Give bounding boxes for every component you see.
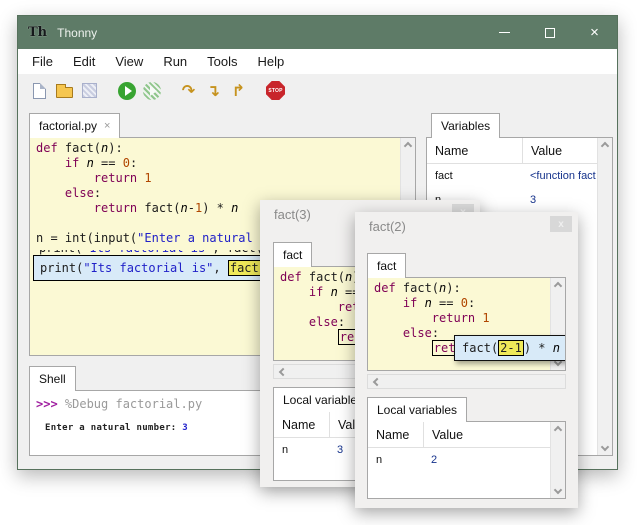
step-out-button[interactable]: ↱ [226,78,251,103]
local-variables-scrollbar[interactable] [550,422,565,498]
menu-item-tools[interactable]: Tools [197,49,247,74]
new-file-icon [33,83,46,99]
variables-scrollbar[interactable] [597,138,612,455]
frame-close-button[interactable]: x [550,216,572,232]
shell-user-input: 3 [182,423,188,433]
scroll-down-icon[interactable] [601,443,609,451]
run-play-icon [118,82,136,100]
shell-tab-label: Shell [39,372,66,386]
local-variables-tab-label: Local variables [377,403,457,417]
close-icon: × [590,25,599,40]
frame-window-fact2: fact(2) x fact def fact(n): if n == 0: r… [355,212,578,508]
scroll-up-icon[interactable] [601,142,609,150]
scroll-left-icon[interactable] [373,377,381,385]
tab-variables[interactable]: Variables [431,113,500,138]
menu-item-run[interactable]: Run [153,49,197,74]
open-file-button[interactable] [52,78,77,103]
menu-item-edit[interactable]: Edit [63,49,105,74]
close-button[interactable]: × [572,16,617,49]
run-button[interactable] [114,78,139,103]
code-line: return 1 [374,311,550,326]
shell-command: %Debug factorial.py [65,397,202,411]
column-header-name: Name [274,418,329,432]
scroll-up-icon[interactable] [404,142,412,150]
frame-title[interactable]: fact(3) [274,207,311,222]
window-title: Thonny [57,26,97,40]
local-variables-pane: NameValuen2 [367,421,566,499]
table-row[interactable]: n2 [368,448,550,472]
frame-tab-label: fact [283,248,302,262]
code-line: if n == 0: [374,296,550,311]
stop-button[interactable]: STOP [263,78,288,103]
variables-tab-label: Variables [441,119,490,133]
menubar: FileEditViewRunToolsHelp [18,49,617,74]
code-line: def fact(n): [36,141,400,156]
tab-fact[interactable]: fact [367,253,406,278]
column-header-value: Value [423,422,550,447]
table-header-row: NameValue [368,422,550,448]
local-variables-table: NameValuen2 [368,422,550,498]
minimize-button[interactable] [482,16,527,49]
step-out-icon: ↱ [232,83,245,99]
new-file-button[interactable] [27,78,52,103]
code-line: def fact(n): [374,281,550,296]
step-over-icon: ↷ [182,83,195,99]
editor-tab-label: factorial.py [39,119,97,133]
frame-tab-label: fact [377,259,396,273]
shell-prompt: >>> [36,397,65,411]
scroll-up-icon[interactable] [554,426,562,434]
menu-item-file[interactable]: File [22,49,63,74]
maximize-icon [545,28,555,38]
toolbar: ↷ ↴ ↱ STOP [18,74,617,107]
thonny-logo-icon: Th [28,25,47,40]
menu-item-help[interactable]: Help [248,49,295,74]
scroll-down-icon[interactable] [554,486,562,494]
tab-local-variables[interactable]: Local variables [367,397,467,422]
code-line: else: [36,186,400,201]
column-header-name: Name [368,428,423,442]
table-row[interactable]: fact<function fact a [427,164,597,188]
debug-button[interactable] [139,78,164,103]
debug-play-icon [143,82,161,100]
open-folder-icon [56,87,73,98]
step-into-icon: ↴ [207,83,220,99]
maximize-button[interactable] [527,16,572,49]
column-header-value: Value [522,138,597,163]
frame-code-pane: def fact(n): if n == 0: return 1 else: r… [367,277,566,371]
save-icon [82,83,97,98]
save-file-button[interactable] [77,78,102,103]
tab-fact[interactable]: fact [273,242,312,267]
stop-sign-icon: STOP [266,81,285,100]
menu-item-view[interactable]: View [105,49,153,74]
step-over-button[interactable]: ↷ [176,78,201,103]
frame-hscrollbar[interactable] [367,374,566,389]
step-into-button[interactable]: ↴ [201,78,226,103]
scroll-up-icon[interactable] [554,282,562,290]
tab-close-icon[interactable]: × [104,120,110,132]
desktop: Th Thonny × FileEditViewRunToolsHelp ↷ ↴… [0,0,637,525]
code-line: if n == 0: [36,156,400,171]
active-statement-box: print("Its factorial is", fact(3)) [33,255,297,281]
tab-shell[interactable]: Shell [29,366,76,391]
minimize-icon [499,32,510,33]
frame-title[interactable]: fact(2) [369,219,406,234]
tab-factorial-py[interactable]: factorial.py × [29,113,120,138]
titlebar[interactable]: Th Thonny × [18,16,617,49]
evaluation-box: fact(2-1) * n [454,335,566,361]
scroll-left-icon[interactable] [279,367,287,375]
local-variables-tab-label: Local variables [283,393,363,407]
table-header-row: NameValue [427,138,597,164]
code-line: return 1 [36,171,400,186]
column-header-name: Name [427,144,522,158]
